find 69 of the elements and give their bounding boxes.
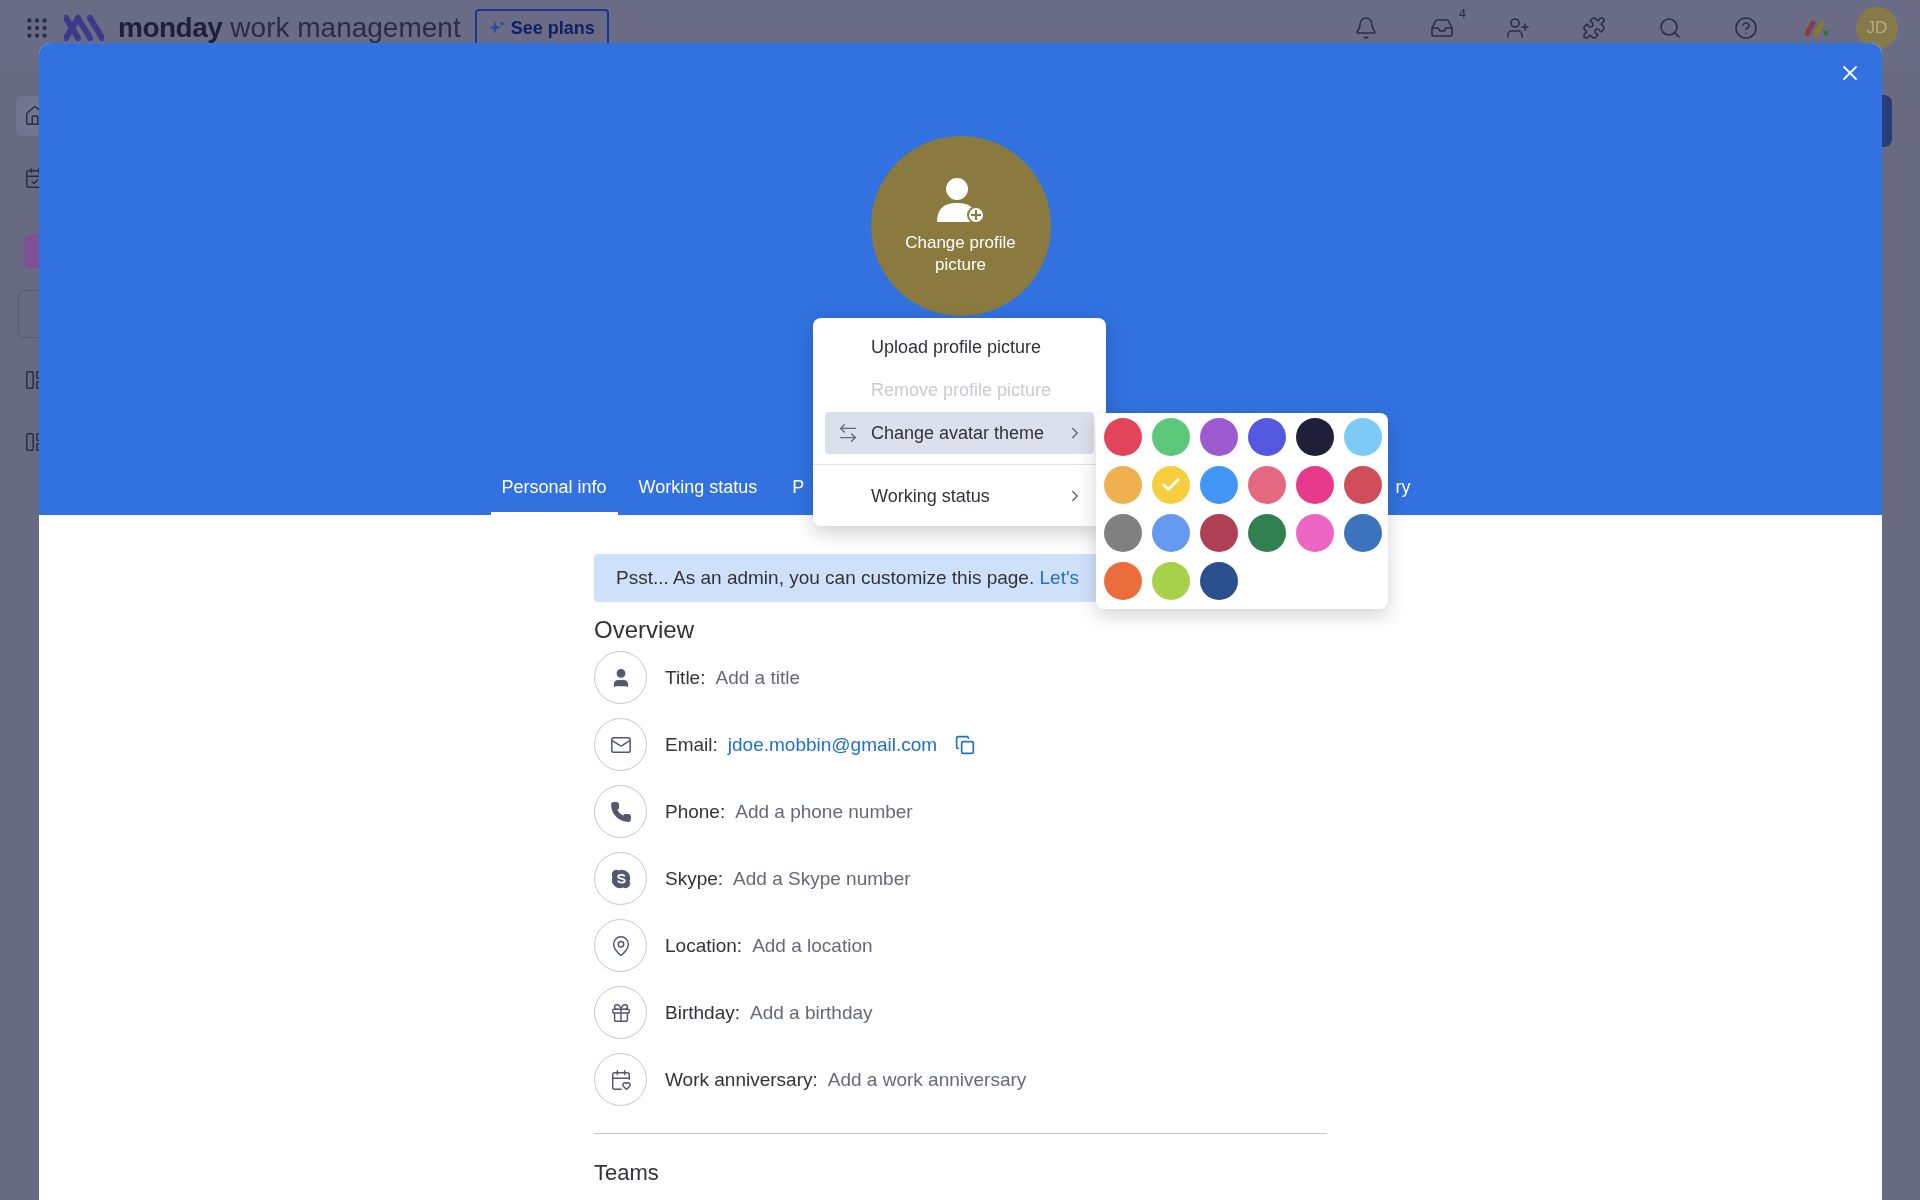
profile-avatar[interactable]: Change profile picture [870, 136, 1051, 316]
color-swatch[interactable] [1152, 514, 1190, 552]
help-icon[interactable] [1734, 16, 1758, 40]
logo-icon [64, 14, 104, 42]
color-swatch[interactable] [1104, 562, 1142, 600]
color-swatch[interactable] [1152, 562, 1190, 600]
banner-link[interactable]: Let's [1039, 567, 1080, 588]
color-swatch[interactable] [1104, 514, 1142, 552]
copy-icon[interactable] [955, 734, 976, 755]
section-heading: Teams [594, 1160, 660, 1186]
color-swatch[interactable] [1248, 466, 1286, 504]
inbox-count: 4 [1458, 6, 1466, 21]
color-swatch[interactable] [1200, 562, 1238, 600]
color-swatch[interactable] [1104, 466, 1142, 504]
profile-tab[interactable]: P [792, 477, 805, 515]
menu-item-label: Working status [870, 485, 991, 507]
color-swatch[interactable] [1152, 418, 1190, 456]
color-swatch[interactable] [1248, 514, 1286, 552]
menu-item[interactable]: Upload profile picture [825, 326, 1094, 368]
bell-icon[interactable] [1354, 16, 1378, 40]
swap-icon [837, 422, 859, 444]
field-placeholder[interactable]: Add a location [752, 934, 873, 957]
product-switcher-icon[interactable] [1804, 18, 1830, 38]
inbox-icon[interactable] [1430, 16, 1454, 40]
field-label: Email: [665, 733, 718, 756]
profile-tab[interactable]: ry [1395, 477, 1411, 515]
product-name: work management [230, 12, 461, 44]
profile-tab[interactable]: Personal info [490, 477, 618, 515]
menu-item[interactable]: Change avatar theme [825, 412, 1094, 454]
color-swatch[interactable] [1296, 466, 1334, 504]
color-swatch[interactable] [1296, 514, 1334, 552]
color-swatch[interactable] [1344, 466, 1382, 504]
profile-tab[interactable]: Working status [627, 477, 769, 515]
apps-grid-icon[interactable] [24, 15, 50, 41]
color-swatch[interactable] [1248, 418, 1286, 456]
menu-item-label: Upload profile picture [870, 336, 1043, 358]
color-swatch[interactable] [1344, 514, 1382, 552]
color-swatch[interactable] [1200, 418, 1238, 456]
banner-text: Psst... As an admin, you can customize this page. [616, 567, 1035, 588]
color-swatch[interactable] [1344, 418, 1382, 456]
menu-item[interactable]: Working status [825, 475, 1094, 517]
field-label: Location: [665, 934, 743, 957]
add-person-icon[interactable] [1506, 16, 1530, 40]
color-swatch[interactable] [1200, 514, 1238, 552]
field-placeholder[interactable]: Add a Skype number [733, 867, 911, 890]
phone-icon [609, 800, 632, 823]
search-icon[interactable] [1658, 16, 1682, 40]
color-swatch[interactable] [1104, 418, 1142, 456]
field-placeholder[interactable]: Add a title [715, 666, 800, 689]
field-placeholder[interactable]: Add a phone number [735, 800, 913, 823]
color-swatch[interactable] [1200, 466, 1238, 504]
skype-icon [609, 867, 632, 890]
gift-icon [609, 1001, 632, 1024]
calendar-icon [609, 1068, 632, 1091]
section-heading: Overview [594, 616, 696, 644]
field-label: Skype: [665, 867, 724, 890]
field-label: Phone: [665, 800, 726, 823]
field-label: Birthday: [665, 1001, 740, 1024]
color-swatch[interactable] [1152, 466, 1190, 504]
menu-item-label: Change avatar theme [871, 422, 1046, 444]
field-placeholder[interactable]: Add a work anniversary [827, 1068, 1027, 1091]
puzzle-icon[interactable] [1582, 16, 1606, 40]
email-link[interactable]: jdoe.mobbin@gmail.com [727, 733, 938, 756]
avatar-overlay-text: Change profile picture [904, 232, 1017, 276]
field-label: Title: [665, 666, 706, 689]
field-label: Work anniversary: [665, 1068, 818, 1091]
color-swatch[interactable] [1296, 418, 1334, 456]
field-placeholder[interactable]: Add a birthday [750, 1001, 873, 1024]
brand-name: monday [118, 12, 223, 44]
